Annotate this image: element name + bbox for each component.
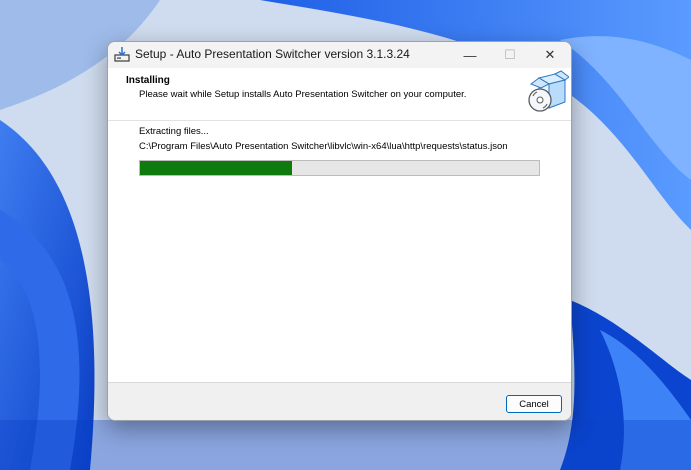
window-title: Setup - Auto Presentation Switcher versi… — [135, 47, 410, 61]
status-text: Extracting files... — [139, 126, 209, 137]
setup-box-cd-icon — [528, 70, 569, 112]
setup-window: Setup - Auto Presentation Switcher versi… — [107, 41, 572, 421]
installer-icon — [114, 47, 130, 62]
progress-bar-fill — [140, 161, 292, 175]
page-subtitle: Please wait while Setup installs Auto Pr… — [139, 89, 467, 100]
page-title: Installing — [126, 75, 170, 86]
wizard-footer: Cancel — [108, 382, 571, 420]
minimize-button[interactable]: — — [450, 42, 490, 68]
progress-bar — [139, 160, 540, 176]
wizard-body: Extracting files... C:\Program Files\Aut… — [108, 121, 571, 382]
maximize-button[interactable]: ☐ — [490, 42, 530, 68]
current-file-path: C:\Program Files\Auto Presentation Switc… — [139, 141, 508, 152]
cancel-button[interactable]: Cancel — [506, 395, 562, 413]
close-button[interactable]: ✕ — [530, 42, 570, 68]
wizard-header: Installing Please wait while Setup insta… — [108, 68, 571, 121]
title-bar[interactable]: Setup - Auto Presentation Switcher versi… — [108, 42, 571, 68]
